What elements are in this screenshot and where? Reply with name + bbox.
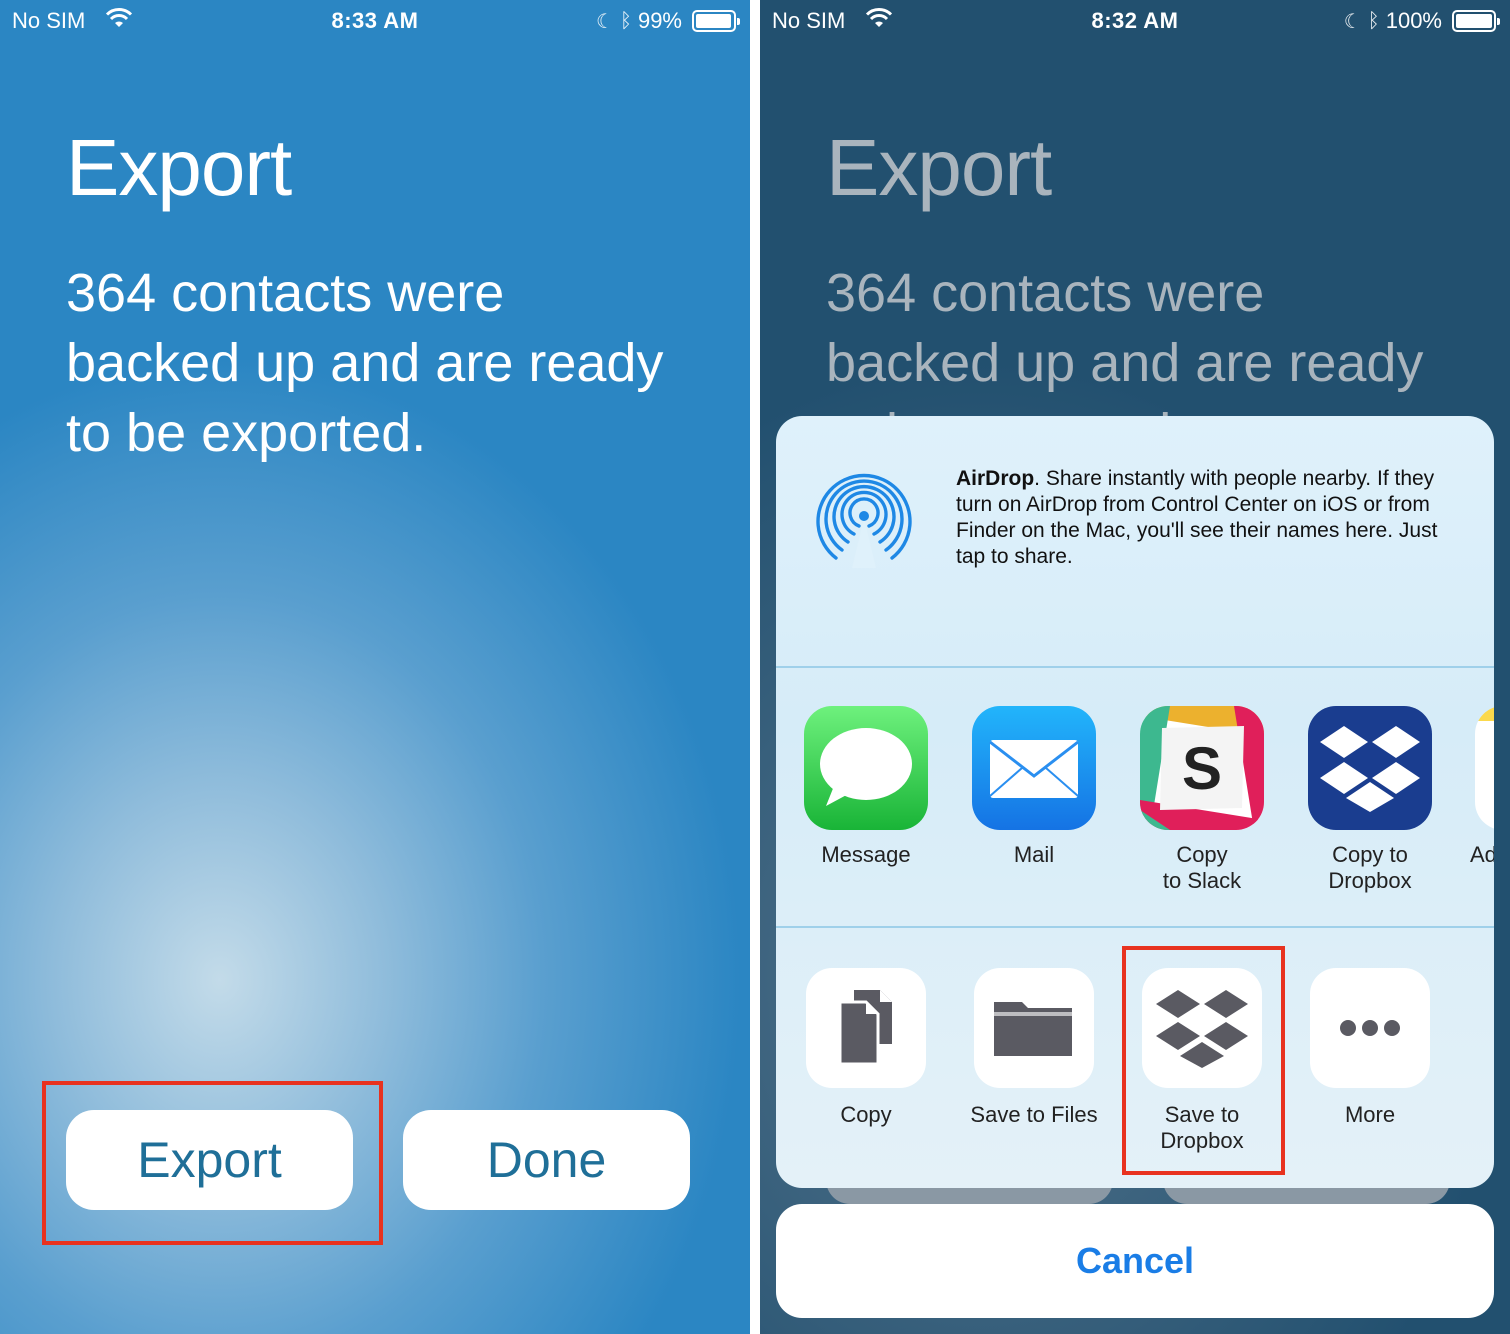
right-screen: No SIM 8:32 AM ☾ ᛒ 100% Export 364 conta…: [760, 0, 1510, 1334]
action-more[interactable]: More: [1286, 928, 1454, 1128]
share-app-copy-to-dropbox[interactable]: Copy to Dropbox: [1286, 706, 1454, 894]
action-label: More: [1344, 1102, 1396, 1127]
share-app-label: Copy to Dropbox: [1286, 842, 1454, 894]
battery-icon: [692, 10, 740, 32]
messages-icon: [804, 706, 928, 830]
share-app-label: Mail: [1013, 842, 1055, 867]
mail-icon: [972, 706, 1096, 830]
battery-icon: [1452, 10, 1500, 32]
airdrop-icon: [816, 473, 912, 568]
action-label: Copy: [840, 1102, 892, 1127]
export-message: 364 contacts were backed up and are read…: [66, 263, 664, 463]
highlight-box: [42, 1081, 383, 1245]
share-app-label: Ad: [1470, 842, 1494, 867]
share-app-partial[interactable]: Ad: [1454, 706, 1494, 868]
more-icon: [1310, 968, 1430, 1088]
action-label: Save to Files: [970, 1102, 1098, 1127]
battery-percent: 100%: [1385, 8, 1442, 33]
slack-icon: S: [1140, 706, 1264, 830]
bluetooth-icon: ᛒ: [1367, 9, 1380, 32]
page-title: Export: [66, 123, 292, 212]
folder-icon: [974, 968, 1094, 1088]
cancel-button[interactable]: Cancel: [776, 1204, 1494, 1318]
copy-icon: [806, 968, 926, 1088]
page-title: Export: [826, 123, 1052, 212]
share-apps-row: Message Mail S Copy to Slack Copy to Dro…: [776, 668, 1494, 926]
share-app-mail[interactable]: Mail: [950, 706, 1118, 868]
moon-icon: ☾: [596, 10, 614, 33]
share-app-label: Copy to Slack: [1118, 842, 1286, 894]
share-app-label: Message: [821, 842, 911, 867]
notes-icon: [1475, 706, 1494, 830]
svg-text:S: S: [1182, 735, 1222, 802]
label-line: Copy: [1176, 842, 1228, 867]
label-line: to Slack: [1162, 868, 1242, 893]
divider: [750, 0, 760, 1334]
battery-percent: 99%: [637, 8, 682, 33]
left-screen: No SIM 8:33 AM ☾ ᛒ 99% Export 364 contac…: [0, 0, 750, 1334]
action-copy[interactable]: Copy: [782, 928, 950, 1128]
action-save-to-files[interactable]: Save to Files: [950, 928, 1118, 1128]
label-line: Dropbox: [1328, 868, 1412, 893]
done-button[interactable]: Done: [403, 1110, 690, 1210]
status-bar: No SIM 8:32 AM ☾ ᛒ 100%: [760, 6, 1510, 38]
label-line: Copy to: [1332, 842, 1408, 867]
airdrop-row[interactable]: AirDrop. Share instantly with people nea…: [776, 416, 1494, 666]
dropbox-icon: [1308, 706, 1432, 830]
moon-icon: ☾: [1343, 10, 1362, 33]
share-app-copy-to-slack[interactable]: S Copy to Slack: [1118, 706, 1286, 894]
airdrop-title: AirDrop: [956, 467, 1035, 490]
highlight-box: [1122, 946, 1285, 1175]
status-bar: No SIM 8:33 AM ☾ ᛒ 99%: [0, 6, 750, 38]
bluetooth-icon: ᛒ: [619, 9, 632, 32]
airdrop-description: AirDrop. Share instantly with people nea…: [956, 466, 1471, 570]
share-app-message[interactable]: Message: [782, 706, 950, 868]
